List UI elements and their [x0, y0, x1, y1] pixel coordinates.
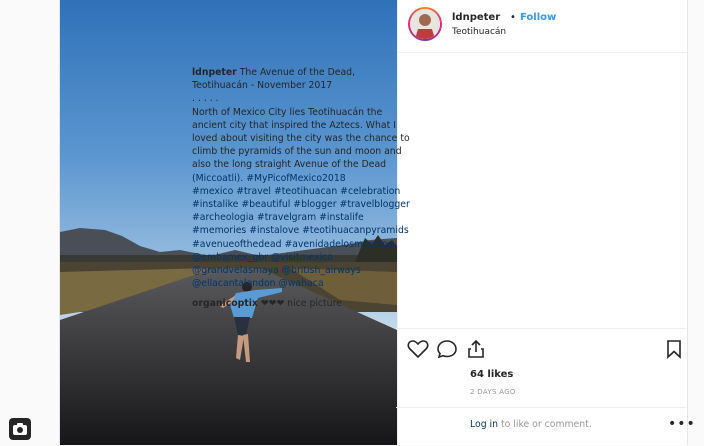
separator-dot: •: [510, 12, 516, 23]
comment-icon[interactable]: [436, 339, 458, 359]
login-prompt: Log in to like or comment.: [470, 419, 592, 430]
comment-username[interactable]: organicoptix: [192, 298, 258, 309]
caption-line: Teotihuacán - November 2017: [192, 80, 333, 92]
avatar-ring[interactable]: [408, 7, 442, 41]
share-icon[interactable]: [466, 339, 486, 359]
caption: ldnpeter The Avenue of the Dead, Teotihu…: [192, 66, 414, 290]
post-header: ldnpeter • Follow Teotihuacán: [398, 0, 688, 53]
post-sidebar: ldnpeter • Follow Teotihuacán: [397, 0, 688, 445]
avatar[interactable]: [410, 9, 440, 39]
mention-line[interactable]: @ellacantalondon @wahaca: [192, 277, 414, 290]
heart-icon[interactable]: [407, 339, 429, 359]
mention-line[interactable]: @grandvelasmaya @british_airways: [192, 264, 414, 277]
post-card: ldnpeter • Follow Teotihuacán ldnpeter T…: [59, 0, 688, 445]
login-link[interactable]: Log in: [470, 419, 498, 430]
post-time: 2 DAYS AGO: [470, 388, 516, 396]
hashtag-line[interactable]: #memories #instalove #teotihuacanpyramid…: [192, 224, 414, 237]
bookmark-icon[interactable]: [666, 339, 682, 359]
caption-line: . . . . .: [192, 93, 219, 105]
caption-line: The Avenue of the Dead,: [239, 67, 356, 78]
hashtag-line[interactable]: #archeologia #travelgram #instalife: [192, 211, 414, 224]
username-link[interactable]: ldnpeter: [452, 12, 500, 23]
hashtag-line[interactable]: #instalike #beautiful #blogger #travelbl…: [192, 198, 414, 211]
comment-text: ❤❤❤ nice picture: [260, 298, 342, 309]
caption-line: climb the pyramids of the sun and moon a…: [192, 146, 402, 158]
caption-username[interactable]: ldnpeter: [192, 67, 237, 78]
caption-line: loved about visiting the city was the ch…: [192, 133, 410, 145]
likes-count[interactable]: 64 likes: [470, 369, 513, 380]
location-link[interactable]: Teotihuacán: [452, 27, 506, 37]
comment: organicoptix ❤❤❤ nice picture: [192, 298, 342, 309]
hashtag-line[interactable]: #mexico #travel #teotihuacan #celebratio…: [192, 185, 414, 198]
caption-line: also the long straight Avenue of the Dea…: [192, 159, 387, 171]
caption-line[interactable]: (Miccoatli). #MyPicofMexico2018: [192, 172, 414, 185]
camera-icon[interactable]: [9, 418, 31, 440]
login-text: to like or comment.: [498, 419, 592, 430]
follow-button[interactable]: Follow: [520, 12, 556, 23]
actions-bar: [396, 328, 686, 369]
more-options-icon[interactable]: •••: [668, 416, 696, 432]
hashtag-line[interactable]: #avenueofthedead #avenidadelosmuertos: [192, 238, 414, 251]
caption-line: North of Mexico City lies Teotihuacán th…: [192, 106, 383, 118]
caption-line: ancient city that inspired the Aztecs. W…: [192, 119, 396, 131]
mention-line[interactable]: @embamex_gbr @visitmexico: [192, 251, 414, 264]
